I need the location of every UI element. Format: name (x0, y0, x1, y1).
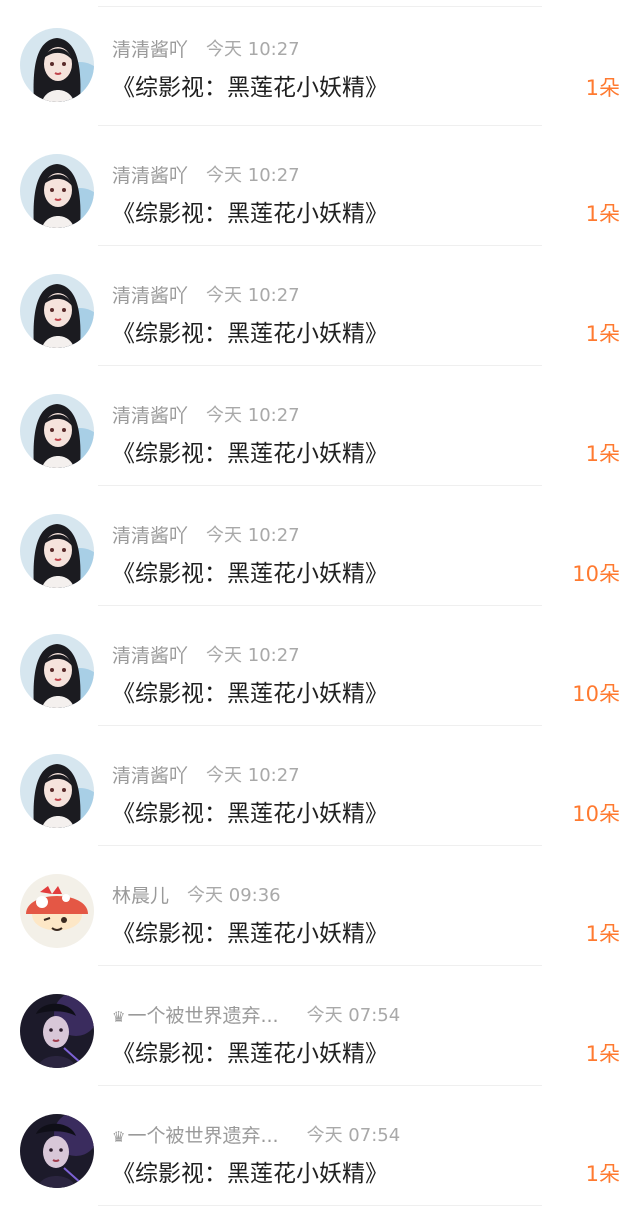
avatar-girl-dark-hair-icon (20, 28, 94, 102)
gift-count: 1朵 (585, 442, 620, 466)
user-name[interactable]: 清清酱吖 (112, 35, 188, 62)
avatar[interactable] (20, 874, 94, 948)
list-item[interactable]: 清清酱吖 今天 10:27 《综影视：黑莲花小妖精》 1朵 (0, 126, 640, 246)
avatar-dark-portrait-icon (20, 994, 94, 1068)
item-meta: 清清酱吖 今天 10:27 (112, 520, 300, 548)
avatar[interactable] (20, 634, 94, 708)
gift-count: 10朵 (572, 682, 620, 706)
timestamp: 今天 10:27 (206, 645, 300, 666)
avatar-girl-dark-hair-icon (20, 154, 94, 228)
list-item[interactable]: 清清酱吖 今天 10:27 《综影视：黑莲花小妖精》 10朵 (0, 486, 640, 606)
timestamp: 今天 07:54 (306, 1005, 401, 1026)
book-title[interactable]: 《综影视：黑莲花小妖精》 (112, 794, 388, 828)
gift-count: 10朵 (572, 562, 620, 586)
timestamp: 今天 09:36 (187, 885, 281, 906)
list-item[interactable]: 清清酱吖 今天 10:27 《综影视：黑莲花小妖精》 1朵 (0, 0, 640, 126)
user-name[interactable]: 清清酱吖 (112, 521, 188, 548)
gift-list: 清清酱吖 今天 10:27 《综影视：黑莲花小妖精》 1朵 清清酱吖 今天 10… (0, 0, 640, 1206)
avatar-dark-portrait-icon (20, 1114, 94, 1188)
book-title[interactable]: 《综影视：黑莲花小妖精》 (112, 194, 388, 228)
book-title[interactable]: 《综影视：黑莲花小妖精》 (112, 914, 388, 948)
avatar-girl-dark-hair-icon (20, 514, 94, 588)
avatar[interactable] (20, 994, 94, 1068)
user-name[interactable]: 林晨儿 (112, 881, 169, 908)
avatar[interactable] (20, 1114, 94, 1188)
user-name[interactable]: 清清酱吖 (112, 281, 188, 308)
item-meta: 清清酱吖 今天 10:27 (112, 400, 300, 428)
avatar-girl-dark-hair-icon (20, 634, 94, 708)
gift-count: 1朵 (585, 1162, 620, 1186)
avatar[interactable] (20, 154, 94, 228)
avatar[interactable] (20, 28, 94, 102)
timestamp: 今天 10:27 (206, 285, 300, 306)
timestamp: 今天 10:27 (206, 39, 300, 60)
book-title[interactable]: 《综影视：黑莲花小妖精》 (112, 1154, 388, 1188)
book-title[interactable]: 《综影视：黑莲花小妖精》 (112, 674, 388, 708)
user-name[interactable]: ♛ 一个被世界遗弃... (112, 1121, 279, 1148)
list-item[interactable]: 清清酱吖 今天 10:27 《综影视：黑莲花小妖精》 10朵 (0, 606, 640, 726)
item-meta: ♛ 一个被世界遗弃... 今天 07:54 (112, 1120, 400, 1148)
crown-icon: ♛ (112, 1007, 126, 1026)
gift-count: 1朵 (585, 322, 620, 346)
avatar[interactable] (20, 754, 94, 828)
item-meta: 清清酱吖 今天 10:27 (112, 34, 300, 62)
avatar[interactable] (20, 394, 94, 468)
item-meta: 清清酱吖 今天 10:27 (112, 160, 300, 188)
list-item[interactable]: 清清酱吖 今天 10:27 《综影视：黑莲花小妖精》 1朵 (0, 246, 640, 366)
avatar[interactable] (20, 274, 94, 348)
gift-count: 1朵 (585, 76, 620, 100)
item-meta: 清清酱吖 今天 10:27 (112, 280, 300, 308)
user-name[interactable]: 清清酱吖 (112, 761, 188, 788)
item-meta: ♛ 一个被世界遗弃... 今天 07:54 (112, 1000, 400, 1028)
book-title[interactable]: 《综影视：黑莲花小妖精》 (112, 434, 388, 468)
book-title[interactable]: 《综影视：黑莲花小妖精》 (112, 314, 388, 348)
list-item[interactable]: 清清酱吖 今天 10:27 《综影视：黑莲花小妖精》 1朵 (0, 366, 640, 486)
avatar[interactable] (20, 514, 94, 588)
avatar-girl-dark-hair-icon (20, 394, 94, 468)
gift-count: 1朵 (585, 202, 620, 226)
book-title[interactable]: 《综影视：黑莲花小妖精》 (112, 554, 388, 588)
gift-count: 10朵 (572, 802, 620, 826)
item-meta: 清清酱吖 今天 10:27 (112, 640, 300, 668)
list-item[interactable]: ♛ 一个被世界遗弃... 今天 07:54 《综影视：黑莲花小妖精》 1朵 (0, 1086, 640, 1206)
list-item[interactable]: 清清酱吖 今天 10:27 《综影视：黑莲花小妖精》 10朵 (0, 726, 640, 846)
avatar-girl-dark-hair-icon (20, 754, 94, 828)
item-meta: 林晨儿 今天 09:36 (112, 880, 281, 908)
user-name[interactable]: 清清酱吖 (112, 161, 188, 188)
gift-count: 1朵 (585, 922, 620, 946)
avatar-girl-dark-hair-icon (20, 274, 94, 348)
timestamp: 今天 10:27 (206, 405, 300, 426)
item-meta: 清清酱吖 今天 10:27 (112, 760, 300, 788)
timestamp: 今天 10:27 (206, 165, 300, 186)
list-item[interactable]: ♛ 一个被世界遗弃... 今天 07:54 《综影视：黑莲花小妖精》 1朵 (0, 966, 640, 1086)
avatar-cartoon-mushroom-icon (20, 874, 94, 948)
list-item[interactable]: 林晨儿 今天 09:36 《综影视：黑莲花小妖精》 1朵 (0, 846, 640, 966)
timestamp: 今天 10:27 (206, 525, 300, 546)
user-name[interactable]: 清清酱吖 (112, 641, 188, 668)
user-name[interactable]: ♛ 一个被世界遗弃... (112, 1001, 279, 1028)
gift-count: 1朵 (585, 1042, 620, 1066)
crown-icon: ♛ (112, 1127, 126, 1146)
user-name[interactable]: 清清酱吖 (112, 401, 188, 428)
book-title[interactable]: 《综影视：黑莲花小妖精》 (112, 1034, 388, 1068)
book-title[interactable]: 《综影视：黑莲花小妖精》 (112, 68, 388, 102)
timestamp: 今天 10:27 (206, 765, 300, 786)
timestamp: 今天 07:54 (306, 1125, 401, 1146)
